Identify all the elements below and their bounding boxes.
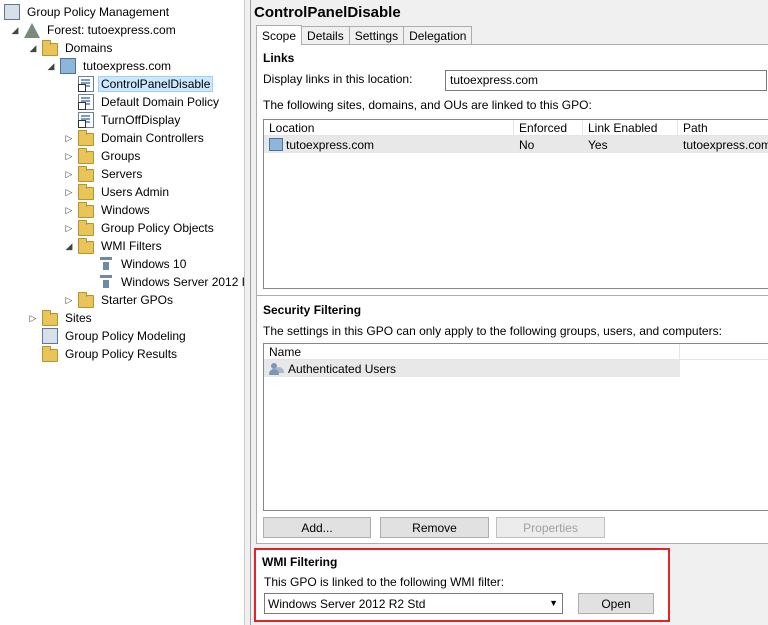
cell-location: tutoexpress.com (264, 136, 514, 153)
links-list-header: Location Enforced Link Enabled Path (264, 120, 768, 136)
folder-icon (78, 219, 94, 236)
tree-node-ou-servers[interactable]: ▷ Servers (64, 165, 145, 183)
properties-button[interactable]: Properties (496, 517, 605, 538)
security-filtering-description: The settings in this GPO can only apply … (263, 324, 722, 338)
tree-node-domain[interactable]: ◢ tutoexpress.com (46, 57, 174, 75)
tab-strip: Scope Details Settings Delegation (256, 25, 473, 45)
wmi-filter-icon (100, 275, 112, 289)
tree-node-domains[interactable]: ◢ Domains (28, 39, 115, 57)
modeling-icon (42, 328, 58, 344)
display-links-field[interactable]: tutoexpress.com (445, 70, 767, 91)
expand-icon[interactable]: ▷ (64, 133, 74, 143)
tree-node-gp-results[interactable]: Group Policy Results (42, 345, 180, 363)
cell-enforced: No (519, 137, 535, 152)
domain-icon (269, 138, 283, 151)
collapse-icon[interactable]: ◢ (64, 241, 74, 251)
tree-node-wmi-windows10[interactable]: Windows 10 (98, 255, 189, 273)
folder-icon (78, 291, 94, 308)
gpm-icon (4, 4, 20, 20)
ou-folder-icon (78, 183, 94, 200)
expand-icon[interactable]: ▷ (64, 295, 74, 305)
remove-button[interactable]: Remove (380, 517, 489, 538)
security-filtering-list[interactable]: Name Authenticated Users (263, 343, 768, 511)
folder-icon (78, 237, 94, 254)
tree-node-group-policy-objects[interactable]: ▷ Group Policy Objects (64, 219, 217, 237)
add-button[interactable]: Add... (263, 517, 371, 538)
tree-node-gp-modeling[interactable]: Group Policy Modeling (42, 327, 189, 345)
column-enforced[interactable]: Enforced (514, 120, 583, 136)
tree-node-ou-groups[interactable]: ▷ Groups (64, 147, 143, 165)
tree-node-ou-domain-controllers[interactable]: ▷ Domain Controllers (64, 129, 207, 147)
expand-icon[interactable]: ▷ (64, 151, 74, 161)
column-path[interactable]: Path (678, 120, 768, 136)
wmi-filtering-heading: WMI Filtering (262, 555, 338, 569)
tree-node-gpo-default[interactable]: Default Domain Policy (78, 93, 222, 111)
tab-delegation[interactable]: Delegation (403, 26, 473, 45)
links-list[interactable]: Location Enforced Link Enabled Path tuto… (263, 119, 768, 289)
collapse-icon[interactable]: ◢ (28, 43, 38, 53)
section-divider (257, 295, 768, 296)
results-icon (42, 345, 58, 362)
expand-icon[interactable]: ▷ (64, 187, 74, 197)
tab-details[interactable]: Details (301, 26, 350, 45)
gpo-link-icon (78, 76, 94, 92)
ou-folder-icon (78, 129, 94, 146)
tree-node-wmi-windows-server-2012[interactable]: Windows Server 2012 R (98, 273, 244, 291)
display-links-label: Display links in this location: (263, 72, 413, 86)
cell-name: Authenticated Users (264, 360, 680, 377)
cell-path: tutoexpress.com (683, 137, 768, 152)
gpo-title: ControlPanelDisable (254, 4, 401, 21)
chevron-down-icon[interactable]: ▼ (549, 598, 558, 608)
details-pane: ControlPanelDisable Scope Details Settin… (252, 0, 768, 625)
wmi-filtering-description: This GPO is linked to the following WMI … (264, 575, 505, 589)
table-row[interactable]: Authenticated Users (264, 360, 680, 377)
gpo-link-icon (78, 94, 94, 110)
tree-node-wmi-filters[interactable]: ◢ WMI Filters (64, 237, 165, 255)
ou-folder-icon (78, 165, 94, 182)
expand-icon[interactable]: ▷ (28, 313, 38, 323)
security-list-header: Name (264, 344, 768, 360)
domain-icon (60, 58, 76, 74)
wmi-filtering-section: WMI Filtering This GPO is linked to the … (254, 548, 670, 622)
column-link-enabled[interactable]: Link Enabled (583, 120, 678, 136)
tree-node-forest[interactable]: ◢ Forest: tutoexpress.com (10, 21, 179, 39)
column-location[interactable]: Location (264, 120, 514, 136)
links-heading: Links (263, 51, 295, 65)
folder-icon (42, 39, 58, 56)
pane-splitter[interactable] (245, 0, 251, 625)
gpmc-window: Group Policy Management ◢ Forest: tutoex… (0, 0, 768, 625)
ou-folder-icon (78, 201, 94, 218)
tree-node-gpo-controlpaneldisable[interactable]: ControlPanelDisable (78, 75, 214, 93)
tab-scope[interactable]: Scope (256, 25, 303, 45)
navigation-tree: Group Policy Management ◢ Forest: tutoex… (0, 0, 245, 625)
collapse-icon[interactable]: ◢ (10, 25, 20, 35)
column-name[interactable]: Name (264, 344, 680, 360)
ou-folder-icon (78, 147, 94, 164)
tree-node-starter-gpos[interactable]: ▷ Starter GPOs (64, 291, 176, 309)
scope-tab-panel: Links Display links in this location: tu… (256, 44, 768, 544)
tree-node-gpm[interactable]: Group Policy Management (4, 3, 172, 21)
tree-node-gpo-turnoffdisplay[interactable]: TurnOffDisplay (78, 111, 183, 129)
wmi-filter-select[interactable]: Windows Server 2012 R2 Std ▼ (264, 593, 563, 614)
expand-icon[interactable]: ▷ (64, 205, 74, 215)
table-row[interactable]: tutoexpress.com No Yes tutoexpress.com (264, 136, 768, 153)
tree-node-ou-windows[interactable]: ▷ Windows (64, 201, 153, 219)
wmi-filter-icon (100, 257, 112, 271)
sites-icon (42, 309, 58, 326)
security-filtering-heading: Security Filtering (263, 303, 362, 317)
expand-icon[interactable]: ▷ (64, 223, 74, 233)
tree-node-sites[interactable]: ▷ Sites (28, 309, 95, 327)
collapse-icon[interactable]: ◢ (46, 61, 56, 71)
expand-icon[interactable]: ▷ (64, 169, 74, 179)
tab-settings[interactable]: Settings (348, 26, 405, 45)
tree-node-ou-users-admin[interactable]: ▷ Users Admin (64, 183, 172, 201)
forest-icon (24, 22, 40, 38)
gpo-link-icon (78, 112, 94, 128)
users-group-icon (269, 362, 285, 376)
links-description: The following sites, domains, and OUs ar… (263, 98, 592, 112)
open-button[interactable]: Open (578, 593, 654, 614)
cell-link-enabled: Yes (588, 137, 608, 152)
